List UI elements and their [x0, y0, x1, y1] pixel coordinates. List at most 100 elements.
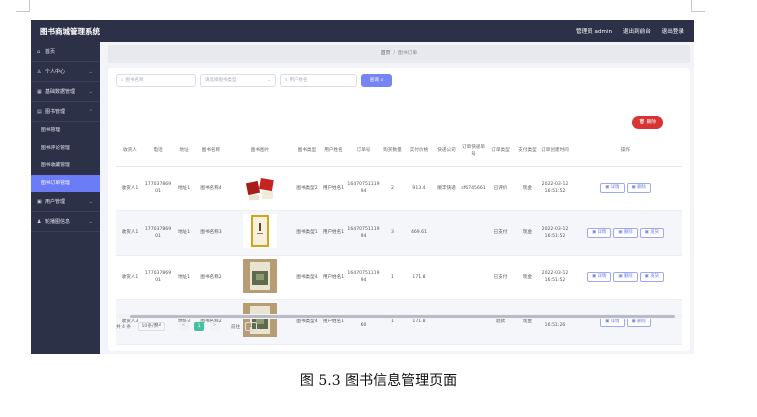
delete-button[interactable]: ▣ 删除 — [613, 272, 638, 283]
sidebar-item-books[interactable]: ▤ 图书管理 ⌃ — [31, 102, 100, 122]
breadcrumb: 首页 / 图书订单 — [108, 45, 690, 63]
grid-icon: ▦ — [37, 89, 42, 95]
table-cell: 1647075085960 — [347, 299, 380, 345]
trash-icon: ▣ — [631, 185, 636, 191]
table-cell: 已评价 — [487, 166, 514, 211]
horizontal-scrollbar[interactable] — [116, 314, 682, 319]
chevron-down-icon: ⌄ — [267, 78, 271, 83]
column-header: 电话 — [144, 136, 172, 167]
table-cell: 171.8 — [405, 255, 433, 300]
prev-page-button[interactable]: < — [178, 322, 189, 331]
book-icon: ▤ — [37, 109, 42, 115]
table-cell: 顺丰快递 — [433, 166, 460, 211]
back-to-frontend-link[interactable]: 退出到前台 — [623, 29, 651, 35]
column-header: 用户姓名 — [320, 136, 347, 167]
table-cell: 已支付 — [487, 210, 514, 256]
table-cell: 图书类型4 — [294, 299, 320, 345]
user-icon: ♙ — [37, 69, 42, 75]
detail-button[interactable]: ▣ 详情 — [600, 183, 625, 194]
breadcrumb-separator: / — [393, 51, 396, 56]
table-cell: 171.8 — [405, 299, 433, 345]
column-header: 快递公司 — [433, 136, 460, 167]
sidebar-subitem-book-manage[interactable]: 图书管理 — [31, 122, 100, 140]
table-cell — [460, 255, 487, 300]
users-icon: ▣ — [37, 199, 42, 205]
column-header: 地址 — [172, 136, 196, 167]
table-cell: 1 — [380, 255, 405, 300]
column-header: 图书名称 — [196, 136, 226, 167]
detail-icon: ▣ — [591, 229, 597, 235]
sidebar-subitem-book-comments[interactable]: 图书评论管理 — [31, 140, 100, 158]
table-cell: 用户姓名1 — [320, 255, 347, 300]
sidebar-item-home[interactable]: ⌂ 首页 — [31, 42, 100, 62]
search-icon: ⌕ — [285, 78, 288, 83]
ship-icon: ▣ — [644, 274, 649, 280]
main-content: 首页 / 图书订单 ⌕ 图书名称 请选择图书类型 ⌄ ⌕ 用户姓名 查询 ⌕ 🗑 删除 — [100, 42, 694, 354]
goto-page-input[interactable]: 1 — [244, 322, 257, 331]
book-type-select[interactable]: 请选择图书类型 ⌄ — [200, 74, 276, 87]
table-row: 收货人1 17703786901 地址1 图书名称4 图书类型2 用户姓名1 1… — [116, 166, 682, 211]
sidebar-item-profile[interactable]: ♙ 个人中心 ⌄ — [31, 62, 100, 82]
table-row: 收货人1 17703786901 地址1 图书名称2 图书类型4 用户姓名1 1… — [116, 255, 682, 300]
detail-button[interactable]: ▣ 详情 — [586, 227, 612, 238]
scrollbar-thumb[interactable] — [130, 315, 675, 318]
table-cell: 2 — [380, 166, 405, 211]
next-page-button[interactable]: > — [209, 322, 220, 331]
column-header: 实付价格 — [405, 136, 433, 167]
detail-button[interactable]: ▣ 详情 — [586, 272, 612, 283]
image-icon: ♟ — [37, 219, 42, 225]
delete-button[interactable]: ▣ 删除 — [626, 183, 651, 194]
sidebar-subitem-book-favorites[interactable]: 图书收藏管理 — [31, 157, 100, 175]
table-cell: 1647075111994 — [347, 210, 380, 256]
detail-icon: ▣ — [591, 274, 597, 280]
page-number-button[interactable]: 1 — [194, 322, 205, 331]
goto-suffix: 页 — [261, 324, 266, 330]
content-panel: ⌕ 图书名称 请选择图书类型 ⌄ ⌕ 用户姓名 查询 ⌕ 🗑 删除 收货人 电话… — [108, 68, 690, 351]
table-cell: 17703786901 — [144, 255, 172, 300]
search-button[interactable]: 查询 ⌕ — [361, 74, 392, 87]
logout-link[interactable]: 退出登录 — [662, 29, 684, 35]
table-cell: 用户姓名1 — [320, 210, 347, 256]
book-name-search-input[interactable]: ⌕ 图书名称 — [116, 74, 196, 87]
sidebar-item-users[interactable]: ▣ 用户管理 ⌄ — [31, 192, 100, 212]
actions-cell: ▣ 详情 ▣ 删除 ▣ 发货 — [569, 255, 682, 300]
pagination-total: 共 4 条 — [116, 324, 132, 330]
table-cell: 现金 — [514, 166, 541, 211]
table-cell — [460, 210, 487, 256]
table-cell: 3 — [380, 210, 405, 256]
column-header: 支付类型 — [514, 136, 541, 167]
column-header: 操作 — [569, 136, 682, 167]
delete-button[interactable]: ▣ 删除 — [613, 227, 638, 238]
table-cell: 用户姓名1 — [320, 299, 347, 345]
column-header: 收货人 — [116, 136, 144, 167]
column-header: 订单号 — [347, 136, 380, 167]
table-cell: 收货人1 — [116, 210, 144, 256]
page-corner-mark — [691, 0, 705, 12]
table-cell: 收货人1 — [116, 166, 144, 211]
trash-icon: ▣ — [631, 318, 636, 324]
figure-caption: 图 5.3 图书信息管理页面 — [299, 373, 458, 389]
ship-icon: ▣ — [644, 229, 649, 235]
user-name-search-input[interactable]: ⌕ 用户姓名 — [280, 74, 357, 87]
sidebar-item-carousel[interactable]: ♟ 轮播图信息 ⌄ — [31, 212, 100, 232]
sidebar-item-basic-data[interactable]: ▦ 基础数据管理 ⌄ — [31, 82, 100, 102]
table-cell: 地址1 — [172, 255, 196, 300]
sidebar-subitem-book-orders[interactable]: 图书订单管理 — [31, 174, 100, 192]
goto-prefix: 前往 — [230, 324, 241, 330]
table-cell: 图书名称2 — [196, 255, 226, 300]
detail-icon: ▣ — [605, 318, 610, 324]
page-size-select[interactable]: 10条/页 — [137, 322, 166, 331]
batch-delete-button[interactable]: 🗑 删除 — [632, 116, 663, 129]
table-cell: 现金 — [514, 255, 541, 300]
ship-button[interactable]: ▣ 发货 — [639, 272, 665, 283]
page-corner-mark — [16, 0, 30, 12]
table-cell: 469.61 — [405, 210, 433, 256]
ship-button[interactable]: ▣ 发货 — [639, 227, 665, 238]
pagination: 共 4 条 10条/页 < 1 > 前往 1 页 — [116, 322, 266, 334]
table-cell — [226, 166, 294, 211]
breadcrumb-home[interactable]: 首页 — [381, 51, 391, 56]
table-cell: 现金 — [514, 299, 541, 345]
home-icon: ⌂ — [37, 49, 41, 55]
table-cell: 图书类型4 — [294, 255, 320, 300]
chevron-down-icon: ⌄ — [88, 69, 93, 75]
